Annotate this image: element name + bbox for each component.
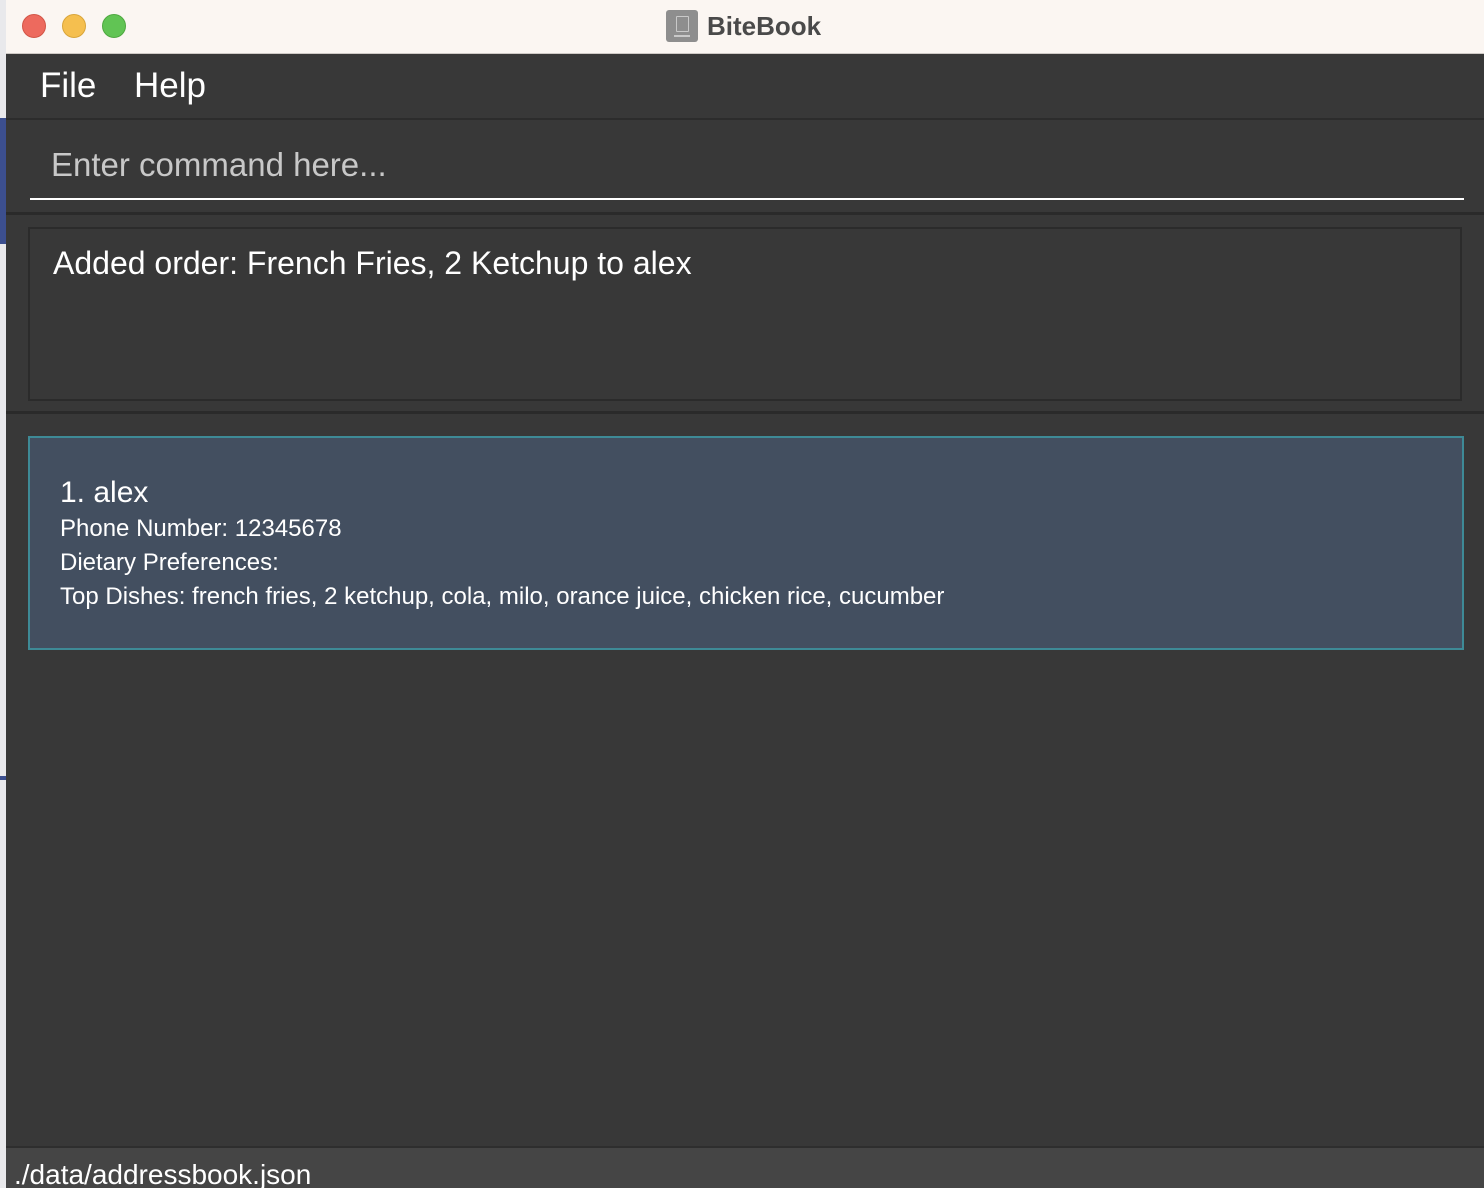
menu-help[interactable]: Help <box>134 66 206 106</box>
customer-list-panel[interactable]: 1. alex Phone Number: 12345678 Dietary P… <box>6 414 1484 1144</box>
command-box <box>6 120 1484 215</box>
customer-phone: Phone Number: 12345678 <box>60 515 342 542</box>
result-display-area: Added order: French Fries, 2 Ketchup to … <box>6 215 1484 414</box>
command-input[interactable] <box>30 132 1464 200</box>
window-title-group: BiteBook <box>666 9 821 43</box>
result-display[interactable]: Added order: French Fries, 2 Ketchup to … <box>28 227 1462 401</box>
menu-file[interactable]: File <box>40 66 96 106</box>
bitebook-app-icon <box>666 10 698 42</box>
customer-top-dishes: Top Dishes: french fries, 2 ketchup, col… <box>60 583 945 610</box>
customer-card[interactable]: 1. alex Phone Number: 12345678 Dietary P… <box>28 436 1464 650</box>
status-file-path: ./data/addressbook.json <box>14 1159 312 1188</box>
customer-dietary-preferences: Dietary Preferences: <box>60 549 279 576</box>
status-bar: ./data/addressbook.json <box>6 1146 1484 1188</box>
zoom-window-button[interactable] <box>102 14 126 38</box>
minimize-window-button[interactable] <box>62 14 86 38</box>
close-window-button[interactable] <box>22 14 46 38</box>
app-window: BiteBook File Help Added order: French F… <box>6 0 1484 1188</box>
menu-bar: File Help <box>6 54 1484 120</box>
title-bar[interactable]: BiteBook <box>6 0 1484 54</box>
customer-name: 1. alex <box>60 476 149 509</box>
result-message: Added order: French Fries, 2 Ketchup to … <box>53 245 692 281</box>
window-title: BiteBook <box>707 10 822 41</box>
